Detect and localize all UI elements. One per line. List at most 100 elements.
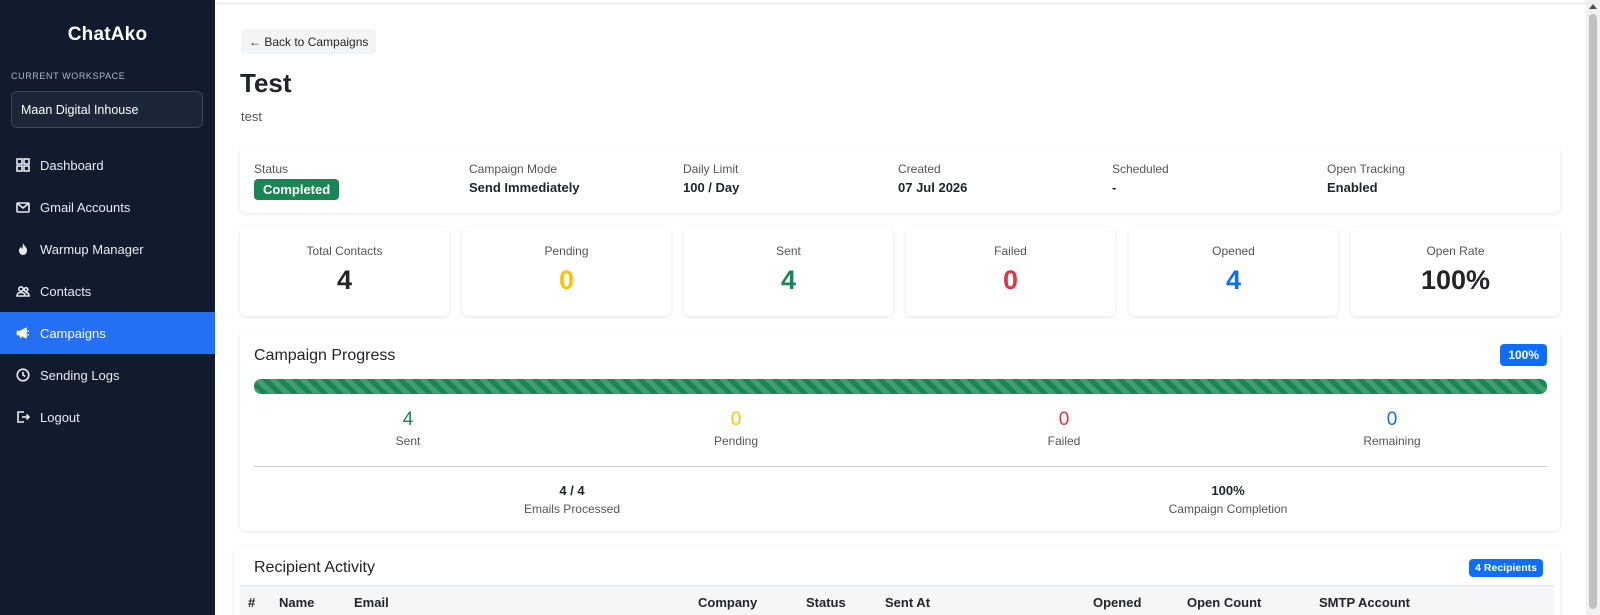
stat-card-opened: Opened 4	[1129, 227, 1338, 316]
sidebar-item-campaigns[interactable]: Campaigns	[0, 312, 215, 354]
progress-stat-label: Sent	[395, 434, 421, 448]
stat-card-pending: Pending 0	[462, 227, 671, 316]
sidebar-item-dashboard[interactable]: Dashboard	[0, 144, 215, 186]
mode-label: Campaign Mode	[469, 162, 558, 176]
sidebar: ChatAko CURRENT WORKSPACE Maan Digital I…	[0, 0, 215, 615]
column-header-sent-at[interactable]: Sent At	[885, 595, 930, 610]
back-to-campaigns-button[interactable]: ← Back to Campaigns	[241, 29, 377, 54]
sidebar-item-contacts[interactable]: Contacts	[0, 270, 215, 312]
progress-stat-value: 4	[402, 409, 414, 430]
grid-icon	[16, 158, 30, 172]
people-icon	[16, 284, 30, 298]
stat-label: Failed	[994, 244, 1027, 258]
sidebar-item-label: Dashboard	[40, 157, 104, 173]
sidebar-item-label: Logout	[40, 409, 80, 425]
stat-value: 4	[1225, 265, 1242, 295]
progress-percent-badge: 100%	[1500, 344, 1547, 366]
column-header-company[interactable]: Company	[698, 595, 757, 610]
progress-stat-pending: 0 Pending	[636, 409, 836, 448]
stat-value: 100%	[1420, 265, 1491, 295]
sidebar-item-label: Contacts	[40, 283, 92, 299]
column-header-email[interactable]: Email	[354, 595, 389, 610]
recipient-activity-card: Recipient Activity 4 Recipients # Name E…	[234, 547, 1560, 615]
created-value: 07 Jul 2026	[898, 180, 968, 195]
progress-stat-label: Pending	[713, 434, 759, 448]
info-created: Created 07 Jul 2026	[898, 162, 967, 195]
limit-label: Daily Limit	[683, 162, 739, 176]
info-daily-limit: Daily Limit 100 / Day	[683, 162, 739, 195]
progress-stat-value: 0	[730, 409, 742, 430]
progress-divider	[254, 466, 1547, 467]
emails-processed-value: 4 / 4	[559, 483, 585, 498]
progress-stat-sent: 4 Sent	[308, 409, 508, 448]
brand-logo[interactable]: ChatAko	[0, 24, 215, 46]
stat-card-open-rate: Open Rate 100%	[1351, 227, 1560, 316]
sidebar-item-logout[interactable]: Logout	[0, 396, 215, 438]
workspace-label: CURRENT WORKSPACE	[11, 71, 126, 81]
column-header-index[interactable]: #	[248, 595, 255, 610]
progress-title: Campaign Progress	[254, 347, 396, 364]
fire-icon	[16, 242, 30, 256]
tracking-value: Enabled	[1327, 180, 1378, 195]
stat-label: Total Contacts	[306, 244, 383, 258]
stat-card-total-contacts: Total Contacts 4	[240, 227, 449, 316]
sidebar-item-gmail-accounts[interactable]: Gmail Accounts	[0, 186, 215, 228]
workspace-selector[interactable]: Maan Digital Inhouse	[11, 91, 203, 128]
tracking-label: Open Tracking	[1327, 162, 1406, 176]
scrollbar-thumb[interactable]	[1589, 14, 1597, 609]
progress-stat-remaining: 0 Remaining	[1292, 409, 1492, 448]
progress-bar-fill	[254, 379, 1547, 394]
mode-value: Send Immediately	[469, 180, 580, 195]
clock-icon	[16, 368, 30, 382]
stat-label: Opened	[1212, 244, 1255, 258]
progress-bar	[254, 379, 1547, 394]
progress-stat-failed: 0 Failed	[964, 409, 1164, 448]
info-open-tracking: Open Tracking Enabled	[1327, 162, 1405, 195]
status-label: Status	[254, 162, 289, 176]
column-header-name[interactable]: Name	[279, 595, 314, 610]
stat-value: 4	[336, 265, 353, 295]
recipient-table-header: # Name Email Company Status Sent At Open…	[240, 585, 1554, 615]
sidebar-item-warmup-manager[interactable]: Warmup Manager	[0, 228, 215, 270]
stat-value: 0	[1002, 265, 1019, 295]
sidebar-nav: Dashboard Gmail Accounts Warmup Manager …	[0, 144, 215, 438]
campaign-progress-card: Campaign Progress 100% 4 Sent 0 Pending …	[240, 330, 1560, 531]
progress-stat-label: Remaining	[1363, 434, 1421, 448]
scheduled-value: -	[1112, 180, 1117, 195]
page-scrollbar[interactable]	[1586, 0, 1600, 615]
mail-icon	[16, 200, 30, 214]
created-label: Created	[898, 162, 941, 176]
stat-label: Pending	[544, 244, 589, 258]
stat-card-sent: Sent 4	[684, 227, 893, 316]
sidebar-item-label: Campaigns	[40, 325, 106, 341]
logout-icon	[16, 410, 30, 424]
status-badge: Completed	[254, 179, 340, 200]
campaign-description: test	[241, 109, 262, 124]
recipient-count-badge: 4 Recipients	[1469, 559, 1543, 577]
sidebar-item-label: Sending Logs	[40, 367, 120, 383]
column-header-smtp-account[interactable]: SMTP Account	[1319, 595, 1410, 610]
column-header-open-count[interactable]: Open Count	[1187, 595, 1261, 610]
recipient-activity-title: Recipient Activity	[254, 559, 375, 576]
top-divider	[215, 3, 1586, 4]
campaign-info-card: Status Completed Campaign Mode Send Imme…	[240, 146, 1560, 213]
info-mode: Campaign Mode Send Immediately	[469, 162, 580, 195]
column-header-opened[interactable]: Opened	[1093, 595, 1141, 610]
limit-value: 100 / Day	[683, 180, 740, 195]
sidebar-item-sending-logs[interactable]: Sending Logs	[0, 354, 215, 396]
info-status: Status Completed	[254, 162, 340, 200]
megaphone-icon	[16, 326, 30, 340]
stat-value: 4	[780, 265, 797, 295]
sidebar-item-label: Gmail Accounts	[40, 199, 131, 215]
campaign-completion-summary: 100% Campaign Completion	[1108, 483, 1348, 516]
campaign-completion-value: 100%	[1211, 483, 1245, 498]
scroll-up-arrow-icon[interactable]	[1589, 4, 1597, 9]
progress-stat-label: Failed	[1047, 434, 1081, 448]
column-header-status[interactable]: Status	[806, 595, 846, 610]
stat-label: Open Rate	[1426, 244, 1485, 258]
sidebar-item-label: Warmup Manager	[40, 241, 144, 257]
stat-label: Sent	[776, 244, 801, 258]
stat-value: 0	[558, 265, 575, 295]
scheduled-label: Scheduled	[1112, 162, 1169, 176]
emails-processed-label: Emails Processed	[523, 502, 621, 516]
